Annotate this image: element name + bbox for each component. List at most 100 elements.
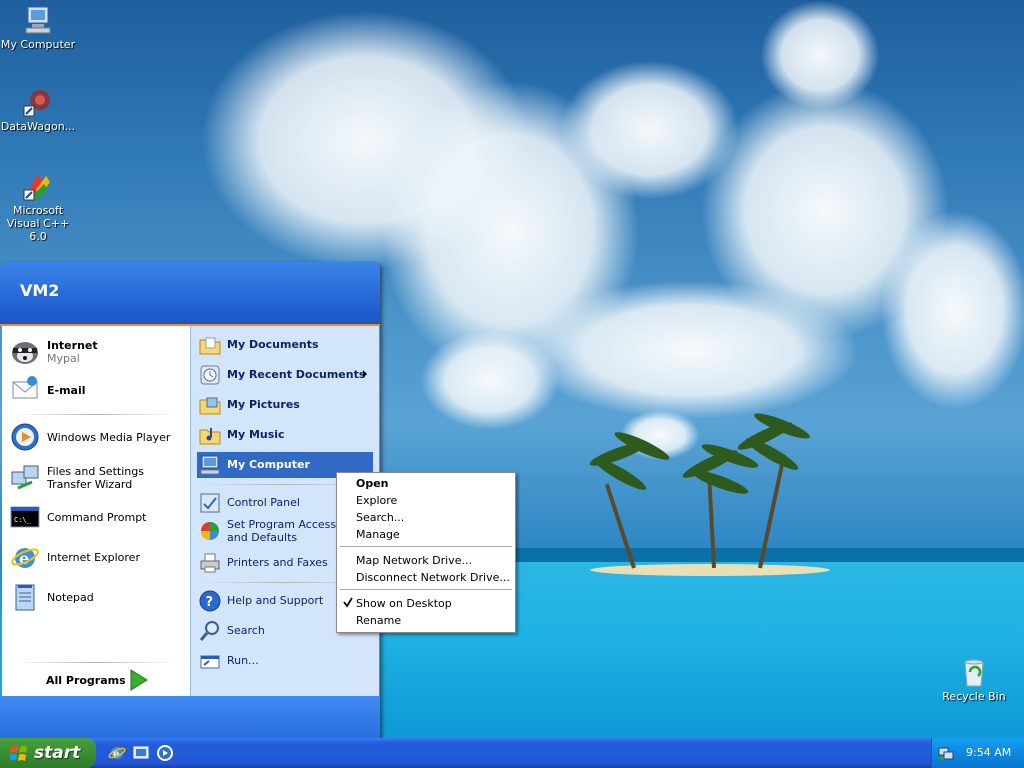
folder-pictures-icon (199, 394, 221, 416)
search-icon (199, 620, 221, 642)
recent-item-windows-media-player[interactable]: Windows Media Player (10, 420, 186, 454)
my-computer-icon (22, 4, 54, 36)
context-item-search[interactable]: Search... (339, 509, 513, 526)
menu-separator (340, 589, 512, 590)
pinned-item-sublabel: Mypal (47, 352, 80, 365)
pinned-item-internet[interactable]: Internet Mypal (10, 334, 186, 368)
run[interactable]: Run... (197, 648, 373, 674)
setting-label: Printers and Faxes (227, 556, 328, 569)
start-menu-header: VM2 (0, 262, 380, 326)
context-item-disconnect-network-drive[interactable]: Disconnect Network Drive... (339, 569, 513, 586)
program-access-icon (199, 520, 221, 542)
place-label: My Pictures (227, 398, 300, 411)
help-icon: ? (199, 590, 221, 612)
place-label: My Documents (227, 338, 319, 351)
command-prompt-icon: C:\_ (10, 502, 40, 532)
media-player-icon (10, 422, 40, 452)
checkmark-icon (343, 597, 353, 611)
place-label: My Computer (227, 458, 310, 471)
clock[interactable]: 9:54 AM (966, 746, 1011, 759)
my-computer-icon (199, 454, 221, 476)
start-label: start (34, 743, 81, 763)
email-icon (10, 374, 40, 404)
run-icon (199, 650, 221, 672)
show-desktop-icon (132, 746, 150, 765)
help-label: Help and Support (227, 594, 324, 607)
desktop-icon-datawagon[interactable]: DataWagon... (0, 86, 78, 133)
place-my-pictures[interactable]: My Pictures (197, 392, 373, 418)
svg-text:C:\_: C:\_ (14, 516, 32, 524)
context-item-rename[interactable]: Rename (339, 612, 513, 629)
island (590, 564, 830, 576)
datawagon-icon (22, 86, 54, 118)
context-item-label: Manage (356, 528, 400, 541)
recent-item-transfer-wizard[interactable]: Files and Settings Transfer Wizard (10, 460, 186, 494)
place-label: My Recent Documents (227, 368, 366, 381)
recent-item-command-prompt[interactable]: C:\_ Command Prompt (10, 500, 186, 534)
help-label: Run... (227, 654, 259, 667)
context-item-label: Open (356, 477, 389, 490)
submenu-arrow-icon (363, 370, 367, 378)
desktop-icon-my-computer[interactable]: My Computer (0, 4, 78, 51)
desktop-icon-label: DataWagon... (0, 120, 76, 133)
help-label: Search (227, 624, 265, 637)
recent-item-notepad[interactable]: Notepad (10, 580, 186, 614)
all-programs-button[interactable]: All Programs (32, 666, 162, 692)
transfer-wizard-icon (10, 462, 40, 492)
context-item-open[interactable]: Open (339, 475, 513, 492)
desktop-icon-recycle-bin[interactable]: Recycle Bin (934, 656, 1014, 703)
pinned-item-label: Internet (47, 339, 98, 352)
setting-label: Set Program Access and Defaults (227, 518, 337, 544)
context-item-label: Explore (356, 494, 398, 507)
svg-text:?: ? (206, 595, 214, 610)
folder-music-icon (199, 424, 221, 446)
desktop-icon-visual-cpp[interactable]: Microsoft Visual C++ 6.0 (0, 170, 78, 243)
start-menu: VM2 Internet Mypal E-mail Windows Media P… (0, 262, 380, 738)
quick-launch-ie[interactable]: e (108, 744, 126, 765)
place-my-documents[interactable]: My Documents (197, 332, 373, 358)
recycle-bin-icon (958, 656, 990, 688)
windows-logo-icon (9, 744, 28, 767)
context-item-label: Map Network Drive... (356, 554, 472, 567)
system-tray: 9:54 AM (931, 738, 1024, 768)
start-menu-footer (0, 696, 380, 738)
context-item-map-network-drive[interactable]: Map Network Drive... (339, 552, 513, 569)
recent-item-label: Command Prompt (47, 511, 147, 524)
media-player-icon (156, 745, 174, 765)
pinned-item-label: E-mail (47, 384, 86, 397)
recent-item-label: Windows Media Player (47, 431, 171, 444)
place-my-music[interactable]: My Music (197, 422, 373, 448)
desktop-icon-label: My Computer (0, 38, 76, 51)
network-icon[interactable] (938, 745, 954, 764)
context-item-explore[interactable]: Explore (339, 492, 513, 509)
desktop-icon-label: Microsoft Visual C++ 6.0 (6, 204, 70, 243)
folder-documents-icon (199, 334, 221, 356)
start-button[interactable]: start (0, 738, 96, 768)
context-item-manage[interactable]: Manage (339, 526, 513, 543)
visual-cpp-icon (22, 170, 54, 202)
internet-explorer-icon: e (10, 542, 40, 572)
recent-item-label: Files and Settings Transfer Wizard (47, 465, 144, 491)
start-menu-left-pane: Internet Mypal E-mail Windows Media Playe… (2, 326, 190, 696)
context-item-label: Disconnect Network Drive... (356, 571, 510, 584)
raccoon-browser-icon (10, 336, 40, 366)
place-label: My Music (227, 428, 285, 441)
menu-separator (12, 414, 178, 415)
context-item-show-on-desktop[interactable]: Show on Desktop (339, 595, 513, 612)
recent-documents-icon (199, 364, 221, 386)
internet-explorer-icon: e (108, 747, 126, 765)
notepad-icon (10, 582, 40, 612)
pinned-item-email[interactable]: E-mail (10, 372, 186, 406)
context-menu: Open Explore Search... Manage Map Networ… (336, 472, 516, 633)
printer-icon (199, 552, 221, 574)
taskbar: start e 9:54 AM (0, 738, 1024, 768)
recent-item-label: Notepad (47, 591, 94, 604)
all-programs-label: All Programs (46, 674, 126, 687)
quick-launch-show-desktop[interactable] (132, 744, 150, 765)
recent-item-internet-explorer[interactable]: e Internet Explorer (10, 540, 186, 574)
quick-launch-media-player[interactable] (156, 744, 174, 765)
control-panel-icon (199, 492, 221, 514)
menu-separator (12, 662, 178, 663)
context-item-label: Rename (356, 614, 402, 627)
place-my-recent-documents[interactable]: My Recent Documents (197, 362, 373, 388)
